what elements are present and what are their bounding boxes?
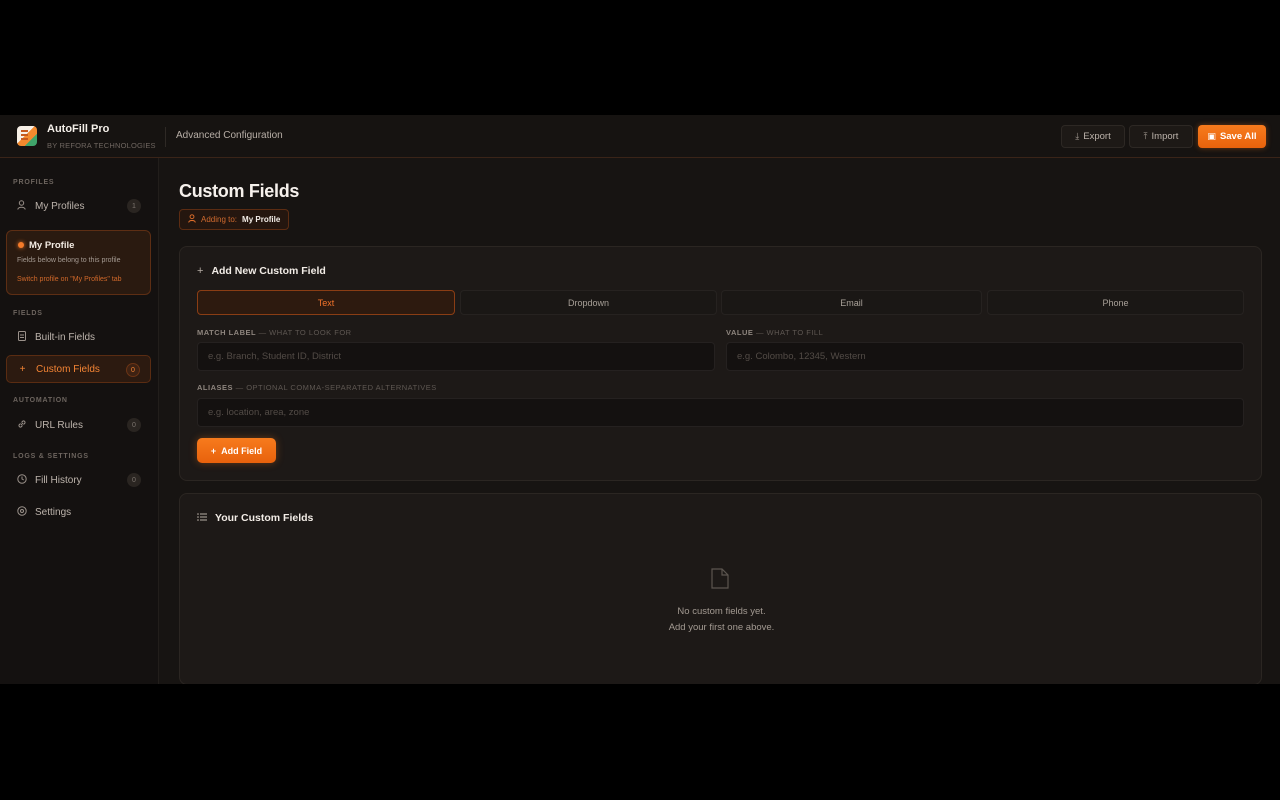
aliases-label-text: ALIASES (197, 383, 234, 392)
sidebar-item-label: My Profiles (35, 200, 85, 212)
section-label-fields: FIELDS (13, 310, 43, 317)
user-icon (188, 214, 196, 225)
file-icon (711, 568, 729, 589)
sidebar-item-label: URL Rules (35, 419, 83, 431)
match-label-text: MATCH LABEL (197, 328, 256, 337)
page-title: Custom Fields (179, 181, 300, 201)
section-label-automation: AUTOMATION (13, 397, 68, 404)
list-icon (197, 512, 207, 524)
sidebar-item-label: Custom Fields (36, 363, 100, 375)
add-field-button[interactable]: + Add Field (197, 438, 276, 463)
sidebar-item-fill-history[interactable]: Fill History 0 (6, 466, 151, 494)
url-rules-count-badge: 0 (127, 418, 141, 432)
download-icon: ⤓ (1075, 131, 1080, 141)
sidebar: PROFILES My Profiles 1 My Profile Fields… (0, 158, 159, 684)
add-custom-field-card: + Add New Custom Field Text Dropdown Ema… (179, 246, 1262, 481)
sidebar-item-label: Settings (35, 506, 72, 518)
brand-subtitle: BY REFORA TECHNOLOGIES (47, 141, 156, 150)
adding-to-profile: My Profile (242, 215, 281, 224)
import-label: Import (1151, 131, 1179, 142)
sidebar-item-url-rules[interactable]: URL Rules 0 (6, 411, 151, 439)
app-window: AutoFill Pro BY REFORA TECHNOLOGIES Adva… (0, 115, 1280, 684)
value-label-text: VALUE (726, 328, 754, 337)
document-icon (17, 330, 26, 344)
plus-icon: + (210, 445, 217, 456)
brand-name: AutoFill Pro (47, 123, 110, 135)
aliases-heading: ALIASES — OPTIONAL COMMA-SEPARATED ALTER… (197, 383, 437, 392)
match-label-hint: — WHAT TO LOOK FOR (258, 328, 352, 337)
fill-history-count-badge: 0 (127, 473, 141, 487)
section-label-logs: LOGS & SETTINGS (13, 453, 89, 460)
active-profile-note: Fields below belong to this profile (17, 257, 121, 264)
main-content: Custom Fields Adding to: My Profile + Ad… (160, 158, 1280, 684)
list-card-title: Your Custom Fields (197, 512, 313, 524)
your-custom-fields-card: Your Custom Fields No custom fields yet.… (179, 493, 1262, 684)
header-divider (165, 127, 166, 147)
sidebar-item-label: Fill History (35, 474, 82, 486)
empty-state-subtitle: Add your first one above. (668, 622, 775, 633)
plus-icon: + (197, 265, 204, 277)
type-tab-text[interactable]: Text (197, 290, 455, 315)
custom-fields-count-badge: 0 (126, 363, 140, 377)
sidebar-item-settings[interactable]: Settings (6, 498, 151, 526)
list-card-title-text: Your Custom Fields (215, 512, 314, 524)
upload-icon: ⤒ (1143, 131, 1148, 141)
sidebar-item-built-in-fields[interactable]: Built-in Fields (6, 323, 151, 351)
app-logo-icon (17, 126, 37, 146)
profiles-count-badge: 1 (127, 199, 141, 213)
type-tab-phone[interactable]: Phone (987, 290, 1244, 315)
clock-icon (17, 473, 27, 487)
add-field-label: Add Field (221, 445, 263, 456)
value-label-hint: — WHAT TO FILL (755, 328, 824, 337)
floppy-icon: ▣ (1207, 131, 1216, 141)
empty-state-title: No custom fields yet. (677, 606, 766, 617)
top-header: AutoFill Pro BY REFORA TECHNOLOGIES Adva… (0, 115, 1280, 158)
sidebar-item-my-profiles[interactable]: My Profiles 1 (6, 192, 151, 220)
save-all-button[interactable]: ▣ Save All (1198, 125, 1266, 148)
value-input[interactable] (726, 342, 1244, 371)
adding-to-badge: Adding to: My Profile (179, 209, 290, 230)
switch-profile-hint: Switch profile on "My Profiles" tab (17, 276, 122, 283)
active-profile-card: My Profile Fields below belong to this p… (6, 230, 151, 295)
import-button[interactable]: ⤒ Import (1129, 125, 1193, 148)
type-tab-dropdown[interactable]: Dropdown (460, 290, 717, 315)
aliases-label-hint: — OPTIONAL COMMA-SEPARATED ALTERNATIVES (235, 383, 437, 392)
section-label-profiles: PROFILES (13, 179, 55, 186)
type-tab-email[interactable]: Email (721, 290, 982, 315)
page-context-title: Advanced Configuration (176, 130, 283, 141)
link-icon (17, 419, 26, 432)
export-button[interactable]: ⤓ Export (1061, 125, 1125, 148)
adding-to-label: Adding to: (201, 215, 238, 224)
aliases-input[interactable] (197, 398, 1244, 427)
add-card-title-text: Add New Custom Field (211, 265, 326, 277)
active-profile-name: My Profile (29, 240, 75, 251)
active-dot-icon (18, 242, 24, 248)
export-label: Export (1083, 131, 1111, 142)
gear-icon (17, 505, 27, 519)
sidebar-item-custom-fields[interactable]: + Custom Fields 0 (6, 355, 151, 383)
match-label-heading: MATCH LABEL — WHAT TO LOOK FOR (197, 328, 352, 337)
match-label-input[interactable] (197, 342, 715, 371)
user-icon (17, 199, 26, 213)
save-label: Save All (1219, 131, 1257, 142)
value-heading: VALUE — WHAT TO FILL (726, 328, 823, 337)
plus-icon: + (19, 363, 26, 375)
sidebar-item-label: Built-in Fields (35, 331, 96, 343)
add-card-title: + Add New Custom Field (197, 265, 326, 277)
